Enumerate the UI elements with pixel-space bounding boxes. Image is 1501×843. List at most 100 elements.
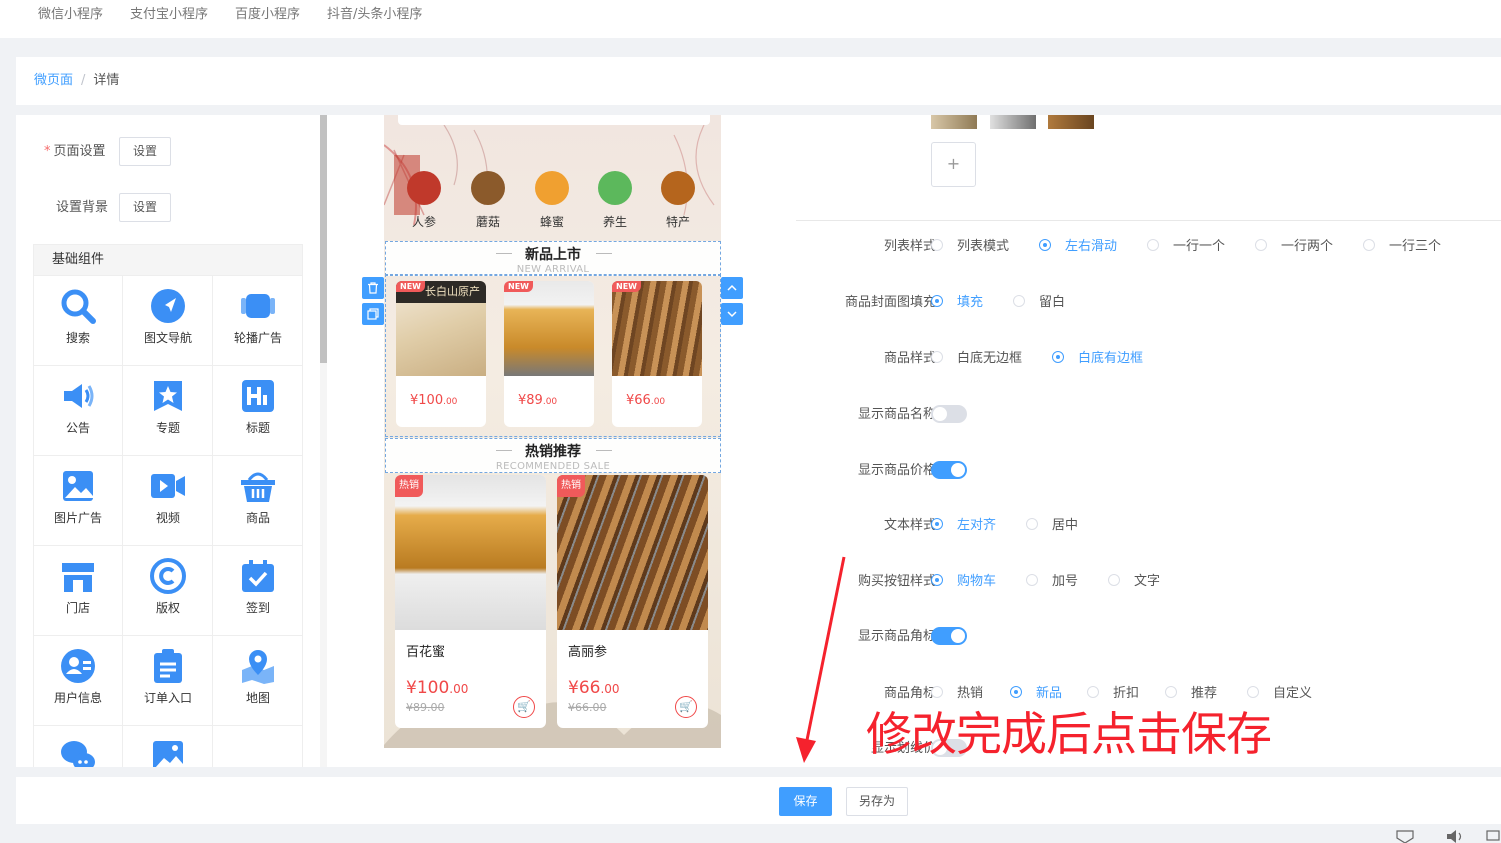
left-scrollbar-thumb[interactable] xyxy=(320,115,327,363)
nav-item-ginseng[interactable]: 人参 xyxy=(394,171,454,230)
radio-text[interactable]: 文字 xyxy=(1108,572,1160,592)
hot-product-card[interactable]: 热销 高丽参 ¥66.00 ¥66.00 🛒 xyxy=(557,475,708,728)
annotation-arrow-icon xyxy=(796,556,846,763)
product-name: 百花蜜 xyxy=(406,645,446,660)
show-badge-toggle[interactable] xyxy=(931,627,967,645)
radio-dot xyxy=(931,574,943,586)
component-order-entry[interactable]: 订单入口 xyxy=(123,636,213,726)
breadcrumb-micro-page[interactable]: 微页面 xyxy=(34,73,73,88)
breadcrumb-current: 详情 xyxy=(93,73,120,88)
editor-main: * 页面设置 设置 设置背景 设置 基础组件 搜索 图文导航 轮播广告 公告 专… xyxy=(16,115,1501,767)
hot-product-card[interactable]: 热销 百花蜜 ¥100.00 ¥89.00 🛒 xyxy=(395,475,546,728)
tab-alipay[interactable]: 支付宝小程序 xyxy=(130,3,208,22)
component-panel: * 页面设置 设置 设置背景 设置 基础组件 搜索 图文导航 轮播广告 公告 专… xyxy=(16,115,327,767)
new-product-card[interactable]: 长白山原产 NEW ¥100.00 xyxy=(396,281,486,427)
copy-icon xyxy=(367,308,379,320)
component-topic[interactable]: 专题 xyxy=(123,366,213,456)
radio-three-per-row[interactable]: 一行三个 xyxy=(1363,237,1441,257)
product-thumbnail[interactable] xyxy=(931,115,977,129)
nav-item-honey[interactable]: 蜂蜜 xyxy=(522,171,582,230)
heading-icon xyxy=(242,380,274,412)
component-carousel[interactable]: 轮播广告 xyxy=(213,276,303,366)
section-title: 新品上市 xyxy=(525,247,581,263)
radio-dot xyxy=(1165,686,1177,698)
copyright-icon xyxy=(150,558,186,594)
move-up-button[interactable] xyxy=(721,277,743,299)
radio-cart[interactable]: 购物车 xyxy=(931,572,996,592)
component-store[interactable]: 门店 xyxy=(33,546,123,636)
component-copyright[interactable]: 版权 xyxy=(123,546,213,636)
nut-icon xyxy=(661,171,695,205)
show-name-label: 显示商品名称 xyxy=(857,407,936,422)
bg-setting-row: 设置背景 设置 xyxy=(56,193,171,223)
radio-no-border[interactable]: 白底无边框 xyxy=(931,349,1022,369)
component-video[interactable]: 视频 xyxy=(123,456,213,546)
component-search[interactable]: 搜索 xyxy=(33,276,123,366)
nav-label: 养生 xyxy=(602,215,627,229)
list-style-label: 列表样式 xyxy=(883,239,936,254)
component-label: 订单入口 xyxy=(143,691,192,705)
radio-align-left[interactable]: 左对齐 xyxy=(931,516,996,536)
delete-block-button[interactable] xyxy=(362,277,384,299)
radio-horizontal-scroll[interactable]: 左右滑动 xyxy=(1039,237,1117,257)
radio-dot xyxy=(1363,239,1375,251)
radio-align-center[interactable]: 居中 xyxy=(1026,516,1078,536)
save-as-button[interactable]: 另存为 xyxy=(846,787,908,816)
component-label: 轮播广告 xyxy=(233,331,282,345)
component-picture[interactable] xyxy=(123,726,213,767)
component-nav[interactable]: 图文导航 xyxy=(123,276,213,366)
tab-baidu[interactable]: 百度小程序 xyxy=(235,3,300,22)
search-bar[interactable] xyxy=(398,115,710,125)
new-product-card[interactable]: NEW ¥66.00 xyxy=(612,281,702,427)
basket-icon xyxy=(241,472,275,502)
copy-block-button[interactable] xyxy=(362,303,384,325)
user-icon xyxy=(61,649,95,683)
nav-item-health[interactable]: 养生 xyxy=(585,171,645,230)
radio-two-per-row[interactable]: 一行两个 xyxy=(1255,237,1333,257)
nav-item-mushroom[interactable]: 蘑菇 xyxy=(458,171,518,230)
page-setting-button[interactable]: 设置 xyxy=(119,137,171,166)
component-map[interactable]: 地图 xyxy=(213,636,303,726)
cart-icon[interactable]: 🛒 xyxy=(675,696,697,718)
save-button[interactable]: 保存 xyxy=(779,787,832,816)
cart-icon[interactable]: 🛒 xyxy=(513,696,535,718)
product-name: 高丽参 xyxy=(568,645,608,660)
tab-wechat[interactable]: 微信小程序 xyxy=(38,3,103,22)
component-chat[interactable] xyxy=(33,726,123,767)
add-product-button[interactable]: + xyxy=(931,142,976,187)
new-arrival-title[interactable]: 新品上市 NEW ARRIVAL xyxy=(385,241,721,276)
radio-list-mode[interactable]: 列表模式 xyxy=(931,237,1009,257)
component-heading[interactable]: 标题 xyxy=(213,366,303,456)
text-style-row: 文本样式 左对齐 居中 xyxy=(778,516,1501,536)
radio-one-per-row[interactable]: 一行一个 xyxy=(1147,237,1225,257)
radio-dot xyxy=(931,239,943,251)
bg-setting-button[interactable]: 设置 xyxy=(119,193,171,222)
nav-item-specialty[interactable]: 特产 xyxy=(648,171,708,230)
map-pin-icon xyxy=(242,650,274,684)
component-notice[interactable]: 公告 xyxy=(33,366,123,456)
show-name-toggle[interactable] xyxy=(931,405,967,423)
show-name-row: 显示商品名称 xyxy=(778,405,1501,425)
new-products-block[interactable]: 长白山原产 NEW ¥100.00 NEW ¥89.00 NEW ¥66.00 xyxy=(385,274,721,437)
component-goods[interactable]: 商品 xyxy=(213,456,303,546)
radio-fill[interactable]: 填充 xyxy=(931,293,983,313)
product-image xyxy=(395,475,546,630)
radio-whitespace[interactable]: 留白 xyxy=(1013,293,1065,313)
radio-plus[interactable]: 加号 xyxy=(1026,572,1078,592)
show-price-toggle[interactable] xyxy=(931,461,967,479)
component-sign-in[interactable]: 签到 xyxy=(213,546,303,636)
nav-label: 人参 xyxy=(411,215,436,229)
show-price-label: 显示商品价格 xyxy=(857,463,936,478)
new-product-card[interactable]: NEW ¥89.00 xyxy=(504,281,594,427)
radio-with-border[interactable]: 白底有边框 xyxy=(1052,349,1143,369)
product-thumbnail[interactable] xyxy=(1048,115,1094,129)
component-label: 搜索 xyxy=(65,331,90,345)
chevron-down-icon xyxy=(727,311,737,318)
hot-sale-title[interactable]: 热销推荐 RECOMMENDED SALE xyxy=(385,438,721,473)
tab-douyin[interactable]: 抖音/头条小程序 xyxy=(327,3,422,22)
component-image-ad[interactable]: 图片广告 xyxy=(33,456,123,546)
top-tabs: 微信小程序 支付宝小程序 百度小程序 抖音/头条小程序 xyxy=(0,0,1501,38)
product-thumbnail[interactable] xyxy=(990,115,1036,129)
component-user-info[interactable]: 用户信息 xyxy=(33,636,123,726)
move-down-button[interactable] xyxy=(721,303,743,325)
